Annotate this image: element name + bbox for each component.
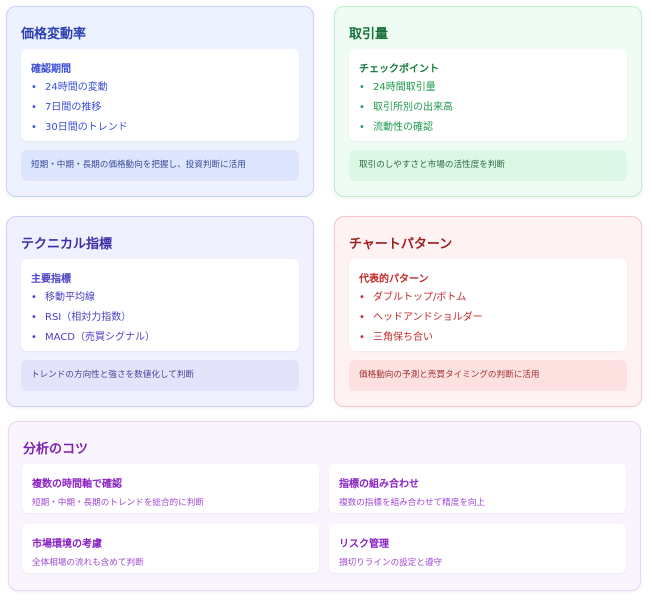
list-item: • 7日間の推移 — [31, 100, 128, 120]
bullet-icon: • — [31, 82, 37, 93]
inner-box: チェックポイント • 24時間取引量 • 取引所別の出来高 • 流動性の確認 — [349, 49, 627, 141]
bullet-icon: • — [359, 82, 365, 93]
list-item: • 移動平均線 — [31, 290, 155, 310]
item-list: • ダブルトップ/ボトム • ヘッドアンドショルダー • 三角保ち合い — [359, 290, 483, 350]
list-item: • 取引所別の出来高 — [359, 100, 453, 120]
card-title: チャートパターン — [349, 237, 453, 252]
tip-description: 全体相場の流れも含めて判断 — [32, 558, 144, 568]
card-note: 価格動向の予測と売買タイミングの判断に活用 — [349, 360, 627, 391]
list-item: • RSI（相対力指数） — [31, 310, 155, 330]
card-title: 分析のコツ — [23, 442, 89, 457]
tip-heading: 市場環境の考慮 — [32, 539, 102, 550]
card-price-volatility: 価格変動率 確認期間 • 24時間の変動 • 7日間の推移 • 30日間のトレンド 短… — [6, 6, 314, 197]
bullet-icon: • — [31, 102, 37, 113]
bullet-icon: • — [359, 292, 365, 303]
list-item: • 三角保ち合い — [359, 330, 483, 350]
bullet-icon: • — [31, 122, 37, 133]
tip-description: 複数の指標を組み合わせて精度を向上 — [339, 498, 486, 508]
bullet-icon: • — [31, 332, 37, 343]
card-title: 価格変動率 — [21, 27, 87, 42]
inner-box: 代表的パターン • ダブルトップ/ボトム • ヘッドアンドショルダー • 三角保ち合い — [349, 259, 627, 351]
tip-item: リスク管理 損切りラインの設定と遵守 — [329, 524, 626, 573]
bullet-icon: • — [31, 312, 37, 323]
list-item: • 24時間の変動 — [31, 80, 128, 100]
item-list: • 24時間の変動 • 7日間の推移 • 30日間のトレンド — [31, 80, 128, 140]
card-title: 取引量 — [349, 27, 389, 42]
card-note: 取引のしやすさと市場の活性度を判断 — [349, 150, 627, 181]
tip-item: 市場環境の考慮 全体相場の流れも含めて判断 — [22, 524, 319, 573]
card-title: テクニカル指標 — [21, 237, 113, 252]
tip-description: 損切りラインの設定と遵守 — [339, 558, 443, 568]
tip-description: 短期・中期・長期のトレンドを総合的に判断 — [32, 498, 204, 508]
card-chart-patterns: チャートパターン 代表的パターン • ダブルトップ/ボトム • ヘッドアンドショルダ… — [334, 216, 642, 407]
bullet-icon: • — [359, 122, 365, 133]
inner-heading: 主要指標 — [31, 274, 71, 285]
tip-heading: リスク管理 — [339, 539, 389, 550]
tip-item: 複数の時間軸で確認 短期・中期・長期のトレンドを総合的に判断 — [22, 464, 319, 513]
item-list: • 24時間取引量 • 取引所別の出来高 • 流動性の確認 — [359, 80, 453, 140]
tip-item: 指標の組み合わせ 複数の指標を組み合わせて精度を向上 — [329, 464, 626, 513]
list-item: • MACD（売買シグナル） — [31, 330, 155, 350]
bullet-icon: • — [359, 332, 365, 343]
inner-box: 確認期間 • 24時間の変動 • 7日間の推移 • 30日間のトレンド — [21, 49, 299, 141]
list-item: • ヘッドアンドショルダー — [359, 310, 483, 330]
tip-heading: 指標の組み合わせ — [339, 479, 419, 490]
item-list: • 移動平均線 • RSI（相対力指数） • MACD（売買シグナル） — [31, 290, 155, 350]
list-item: • 流動性の確認 — [359, 120, 453, 140]
list-item: • 30日間のトレンド — [31, 120, 128, 140]
list-item: • 24時間取引量 — [359, 80, 453, 100]
inner-heading: 代表的パターン — [359, 274, 429, 285]
inner-heading: 確認期間 — [31, 64, 71, 75]
bullet-icon: • — [359, 102, 365, 113]
card-analysis-tips: 分析のコツ 複数の時間軸で確認 短期・中期・長期のトレンドを総合的に判断 指標の… — [8, 421, 641, 591]
card-note: 短期・中期・長期の価格動向を把握し、投資判断に活用 — [21, 150, 299, 181]
card-technical-indicators: テクニカル指標 主要指標 • 移動平均線 • RSI（相対力指数） • MACD（売買… — [6, 216, 314, 407]
inner-heading: チェックポイント — [359, 64, 439, 75]
bullet-icon: • — [359, 312, 365, 323]
list-item: • ダブルトップ/ボトム — [359, 290, 483, 310]
inner-box: 主要指標 • 移動平均線 • RSI（相対力指数） • MACD（売買シグナル） — [21, 259, 299, 351]
bullet-icon: • — [31, 292, 37, 303]
card-note: トレンドの方向性と強さを数値化して判断 — [21, 360, 299, 391]
card-trading-volume: 取引量 チェックポイント • 24時間取引量 • 取引所別の出来高 • 流動性の確認 … — [334, 6, 642, 197]
tip-heading: 複数の時間軸で確認 — [32, 479, 122, 490]
